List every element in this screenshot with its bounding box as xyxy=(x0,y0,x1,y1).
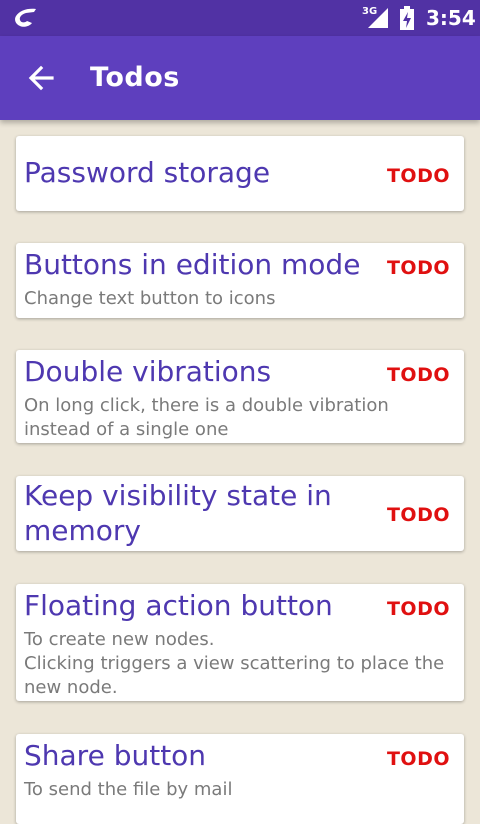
todo-title: Keep visibility state in memory xyxy=(24,479,332,547)
todo-description: To create new nodes. Clicking triggers a… xyxy=(24,629,445,698)
status-bar: 3G 3:54 xyxy=(0,0,480,36)
todo-list: Password storage TODO Buttons in edition… xyxy=(0,120,480,824)
todo-card-double-vibrations[interactable]: Double vibrations On long click, there i… xyxy=(16,350,464,443)
todo-description: On long click, there is a double vibrati… xyxy=(24,395,389,440)
todo-card-password-storage[interactable]: Password storage TODO xyxy=(16,136,464,211)
todo-status-badge: TODO xyxy=(386,165,450,187)
todo-title: Password storage xyxy=(24,156,271,189)
todo-card-floating-action-button[interactable]: Floating action button To create new nod… xyxy=(16,584,464,701)
todo-title: Double vibrations xyxy=(24,355,272,388)
todo-status-badge: TODO xyxy=(386,748,450,770)
signal-icon xyxy=(368,8,388,28)
back-arrow-icon[interactable] xyxy=(22,56,66,100)
battery-charging-icon xyxy=(400,6,414,30)
todo-description: Change text button to icons xyxy=(24,288,276,309)
todo-description: To send the file by mail xyxy=(24,779,233,800)
todo-card-share-button[interactable]: Share button To send the file by mail TO… xyxy=(16,734,464,824)
todo-status-badge: TODO xyxy=(386,598,450,620)
todo-title: Floating action button xyxy=(24,589,333,622)
app-bar: Todos xyxy=(0,36,480,120)
page-title: Todos xyxy=(90,62,180,93)
todo-status-badge: TODO xyxy=(386,364,450,386)
todo-card-buttons-edition-mode[interactable]: Buttons in edition mode Change text butt… xyxy=(16,243,464,318)
todo-card-keep-visibility[interactable]: Keep visibility state in memory TODO xyxy=(16,476,464,551)
todo-title: Share button xyxy=(24,739,207,772)
todo-status-badge: TODO xyxy=(386,257,450,279)
todo-status-badge: TODO xyxy=(386,504,450,526)
todo-title: Buttons in edition mode xyxy=(24,248,361,281)
clock: 3:54 xyxy=(426,6,476,30)
app-notification-icon xyxy=(15,8,36,27)
